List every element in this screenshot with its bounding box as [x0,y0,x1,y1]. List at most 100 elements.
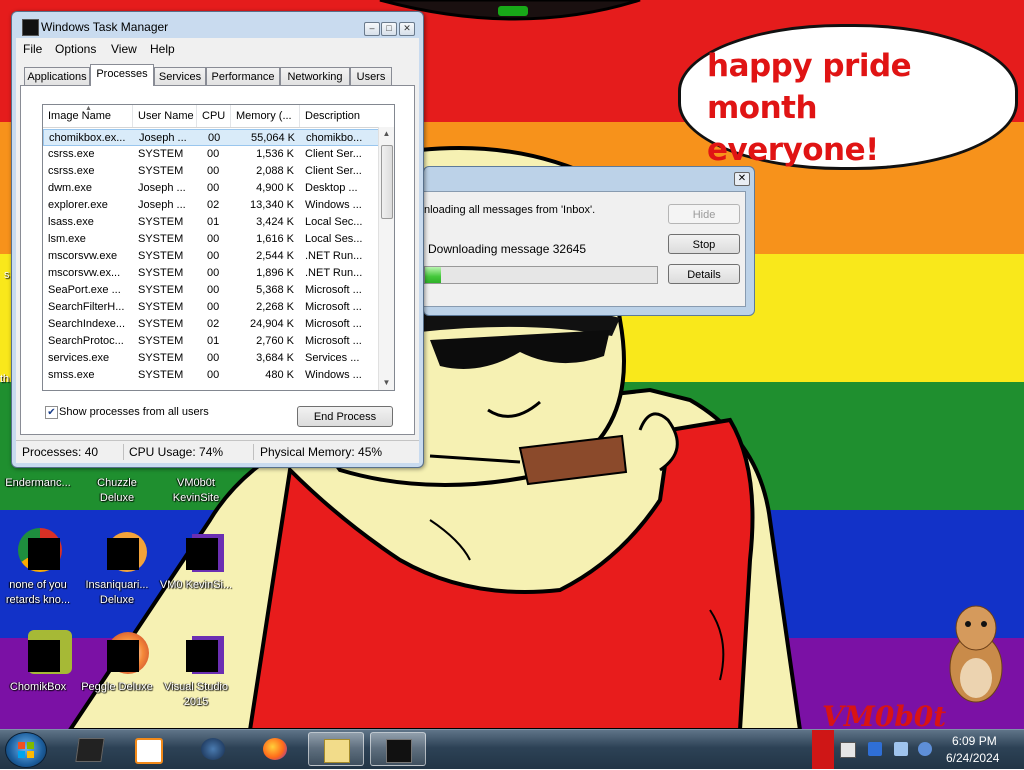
task-manager-icon [386,739,412,763]
table-row[interactable]: mscorsvw.exe SYSTEM 00 2,544 K .NET Run... [43,248,379,265]
table-row[interactable]: lsass.exe SYSTEM 01 3,424 K Local Sec... [43,214,379,231]
desktop-icon-endermanc[interactable]: Endermanc... [0,474,76,491]
action-center-icon[interactable] [894,742,908,756]
tab-services[interactable]: Services [154,67,206,85]
clock-date[interactable]: 6/24/2024 [946,751,999,765]
scroll-thumb[interactable] [381,145,393,219]
desktop-icon-label: Insaniquari... Deluxe [85,579,149,606]
window-tray-icon[interactable] [840,742,856,758]
cell-image-name: SeaPort.exe ... [48,284,121,296]
column-description[interactable]: Description [300,105,380,127]
column-memory[interactable]: Memory (... [231,105,300,127]
cell-memory: 5,368 K [256,284,294,296]
cell-memory: 2,088 K [256,165,294,177]
desktop-icon-chuzzle[interactable]: Chuzzle Deluxe [79,474,155,506]
desktop-icon-vm0-kevinsite[interactable]: VM0 KevinSi... [158,528,234,593]
scroll-down-icon[interactable]: ▼ [379,376,394,390]
show-all-users-checkbox[interactable]: ✔ [45,406,58,419]
speech-bubble: happy pride month everyone! [678,24,1018,170]
tab-performance[interactable]: Performance [206,67,280,85]
taskbar-task-manager[interactable] [370,732,426,766]
table-row[interactable]: smss.exe SYSTEM 00 480 K Windows ... [43,367,379,384]
volume-icon[interactable] [918,742,932,756]
system-tray: 6:09 PM 6/24/2024 [812,730,1024,769]
column-cpu[interactable]: CPU [197,105,231,127]
task-manager-window: Windows Task Manager – □ ✕ File Options … [11,11,424,468]
cell-description: .NET Run... [305,250,363,262]
windows-logo-icon [18,742,34,758]
edge-label-2: th [0,373,10,385]
desktop-icon-visual-studio-2015[interactable]: Visual Studio 2015 [158,630,234,710]
menu-view[interactable]: View [111,42,137,56]
close-icon[interactable]: ✕ [399,22,415,36]
tab-processes[interactable]: Processes [90,64,154,86]
table-row[interactable]: SearchIndexe... SYSTEM 02 24,904 K Microsoft… [43,316,379,333]
minimize-icon[interactable]: – [364,22,380,36]
cell-image-name: SearchIndexe... [48,318,126,330]
menu-file[interactable]: File [23,42,42,56]
taskbar-firefox[interactable] [248,732,304,766]
cell-cpu: 00 [207,233,220,245]
cell-user-name: SYSTEM [138,267,184,279]
cell-description: Microsoft ... [305,318,362,330]
table-row[interactable]: dwm.exe Joseph ... 00 4,900 K Desktop ... [43,180,379,197]
desktop-icon-none-of-you[interactable]: none of you retards kno... [0,528,76,608]
cell-memory: 480 K [265,369,294,381]
table-row[interactable]: lsm.exe SYSTEM 00 1,616 K Local Ses... [43,231,379,248]
table-row[interactable]: mscorsvw.ex... SYSTEM 00 1,896 K .NET Run... [43,265,379,282]
close-icon[interactable]: ✕ [734,172,750,186]
maximize-icon[interactable]: □ [381,22,397,36]
table-row[interactable]: csrss.exe SYSTEM 00 2,088 K Client Ser... [43,163,379,180]
table-row[interactable]: chomikbox.ex... Joseph ... 00 55,064 K chomi… [43,129,379,146]
table-row[interactable]: SearchFilterH... SYSTEM 00 2,268 K Microsoft… [43,299,379,316]
hide-button[interactable]: Hide [668,204,740,224]
cell-memory: 4,900 K [256,182,294,194]
taskbar-steam[interactable] [186,732,242,766]
progress-fill [425,267,442,283]
table-row[interactable]: csrss.exe SYSTEM 00 1,536 K Client Ser... [43,146,379,163]
table-row[interactable]: services.exe SYSTEM 00 3,684 K Services ... [43,350,379,367]
column-user-name[interactable]: User Name [133,105,197,127]
status-memory: Physical Memory: 45% [260,445,383,459]
insaniquarium-icon [93,528,147,576]
cell-description: Microsoft ... [305,301,362,313]
show-hidden-icons-button[interactable] [812,730,834,769]
table-row[interactable]: explorer.exe Joseph ... 02 13,340 K Windows … [43,197,379,214]
end-process-button[interactable]: End Process [297,406,393,427]
taskbar-media-center[interactable] [62,732,118,766]
cell-user-name: SYSTEM [138,335,184,347]
cell-memory: 2,268 K [256,301,294,313]
taskbar-media-player[interactable] [120,732,176,766]
process-list[interactable]: Image Name User Name CPU Memory (... Des… [42,104,395,391]
details-button[interactable]: Details [668,264,740,284]
clock-time[interactable]: 6:09 PM [952,734,997,748]
cell-image-name: dwm.exe [48,182,93,194]
desktop-icon-label: VM0 KevinSi... [159,579,233,591]
tab-users[interactable]: Users [350,67,392,85]
menu-options[interactable]: Options [55,42,96,56]
cell-image-name: explorer.exe [48,199,108,211]
peggle-icon [93,630,149,678]
desktop-icon-chomikbox[interactable]: ChomikBox [0,630,76,695]
table-row[interactable]: SeaPort.exe ... SYSTEM 00 5,368 K Microsoft … [43,282,379,299]
taskbar-explorer-window[interactable] [308,732,364,766]
tab-applications[interactable]: Applications [24,67,90,85]
status-separator [253,444,254,460]
network-icon[interactable] [868,742,882,756]
table-row[interactable]: SearchProtoc... SYSTEM 01 2,760 K Microsoft … [43,333,379,350]
start-button[interactable] [5,732,47,768]
cell-image-name: csrss.exe [48,165,95,177]
scroll-up-icon[interactable]: ▲ [379,127,394,141]
tab-networking[interactable]: Networking [280,67,350,85]
cell-description: .NET Run... [305,267,363,279]
desktop-icon-insaniquarium[interactable]: Insaniquari... Deluxe [79,528,155,608]
cell-cpu: 00 [207,369,220,381]
desktop-icon-peggle[interactable]: Peggle Deluxe [79,630,155,695]
cell-cpu: 00 [207,250,220,262]
stop-button[interactable]: Stop [668,234,740,254]
desktop-icon-vm0b0t-kevinsite[interactable]: VM0b0t KevinSite [158,474,234,506]
menu-help[interactable]: Help [150,42,175,56]
vertical-scrollbar[interactable]: ▲ ▼ [378,127,394,390]
cell-image-name: services.exe [48,352,110,364]
desktop-icon-label: ChomikBox [9,681,67,693]
